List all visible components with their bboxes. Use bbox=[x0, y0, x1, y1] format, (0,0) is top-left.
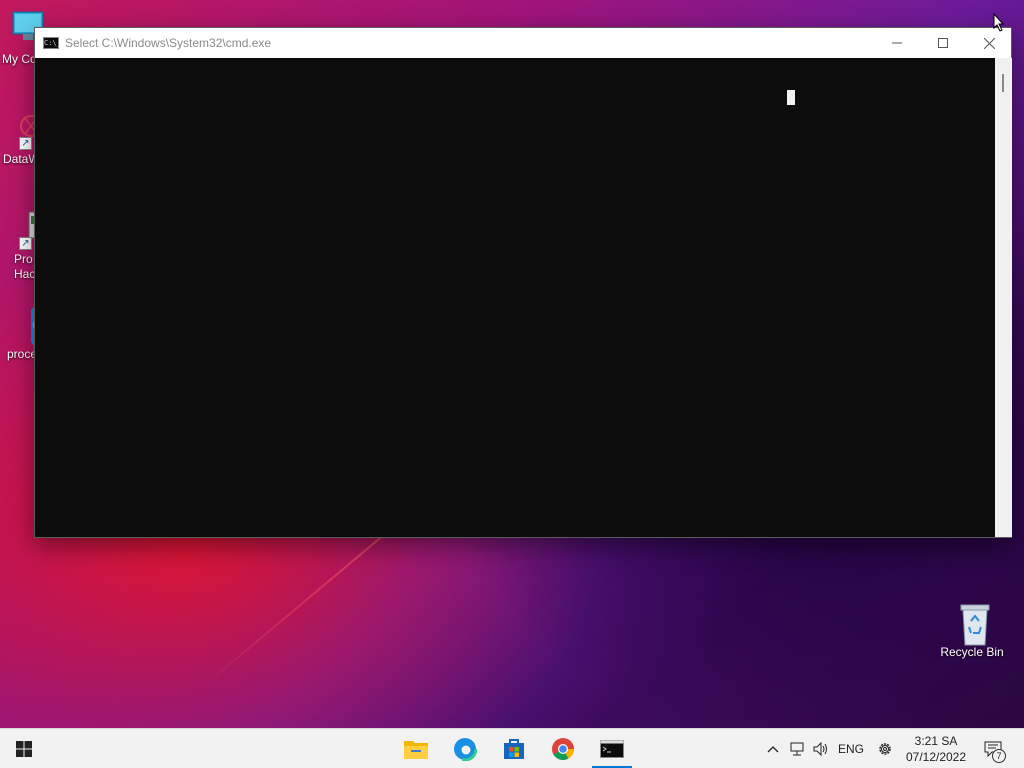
tray-clock[interactable]: 3:21 SA 07/12/2022 bbox=[902, 729, 970, 768]
maximize-icon bbox=[938, 38, 948, 48]
taskbar: ENG 3:21 SA 07/12/2022 7 bbox=[0, 728, 1024, 768]
text-cursor bbox=[787, 90, 795, 105]
store-icon bbox=[504, 739, 524, 759]
clock-time: 3:21 SA bbox=[914, 734, 958, 748]
maximize-button[interactable] bbox=[920, 28, 966, 58]
mouse-pointer-icon bbox=[993, 13, 1005, 32]
cmd-window[interactable]: C:\_ Select C:\Windows\System32\cmd.exe bbox=[34, 27, 1012, 538]
shortcut-arrow-icon: ↗ bbox=[19, 237, 32, 250]
chevron-up-icon bbox=[767, 746, 779, 753]
network-icon bbox=[790, 742, 804, 756]
edge-icon bbox=[453, 737, 477, 761]
shortcut-arrow-icon: ↗ bbox=[19, 137, 32, 150]
cmd-app-icon: C:\_ bbox=[43, 37, 61, 49]
desktop-icon-label: Recycle Bin bbox=[940, 645, 1004, 659]
windows-logo-icon bbox=[16, 741, 32, 757]
minimize-icon bbox=[892, 42, 902, 44]
minimize-button[interactable] bbox=[874, 28, 920, 58]
console-area[interactable] bbox=[35, 58, 995, 537]
window-titlebar[interactable]: C:\_ Select C:\Windows\System32\cmd.exe bbox=[35, 28, 1011, 58]
close-icon bbox=[983, 37, 995, 49]
clock-date: 07/12/2022 bbox=[905, 750, 967, 764]
notification-count-badge: 7 bbox=[992, 749, 1006, 763]
speaker-icon bbox=[813, 742, 827, 756]
desktop-icon-recycle-bin[interactable]: Recycle Bin bbox=[940, 603, 1010, 659]
taskbar-store[interactable] bbox=[494, 729, 534, 768]
terminal-icon bbox=[600, 740, 624, 758]
taskbar-chrome[interactable] bbox=[543, 729, 583, 768]
gear-icon bbox=[879, 743, 891, 755]
wallpaper-streak bbox=[200, 520, 402, 689]
tray-volume-button[interactable] bbox=[810, 729, 832, 768]
start-button[interactable] bbox=[0, 729, 48, 768]
folder-icon bbox=[404, 741, 428, 759]
recycle-bin-icon bbox=[955, 603, 995, 646]
taskbar-file-explorer[interactable] bbox=[396, 729, 436, 768]
tray-settings-button[interactable] bbox=[872, 729, 898, 768]
taskbar-edge[interactable] bbox=[445, 729, 485, 768]
tray-network-button[interactable] bbox=[786, 729, 808, 768]
taskbar-cmd[interactable] bbox=[592, 729, 632, 768]
window-title: Select C:\Windows\System32\cmd.exe bbox=[65, 36, 272, 50]
close-button[interactable] bbox=[966, 28, 1012, 58]
tray-show-hidden-button[interactable] bbox=[762, 729, 784, 768]
tray-language[interactable]: ENG bbox=[834, 729, 868, 768]
vertical-scrollbar[interactable] bbox=[995, 58, 1012, 537]
tray-notifications-button[interactable]: 7 bbox=[978, 729, 1008, 768]
scrollbar-thumb[interactable] bbox=[1002, 74, 1004, 92]
chrome-icon bbox=[552, 738, 574, 760]
